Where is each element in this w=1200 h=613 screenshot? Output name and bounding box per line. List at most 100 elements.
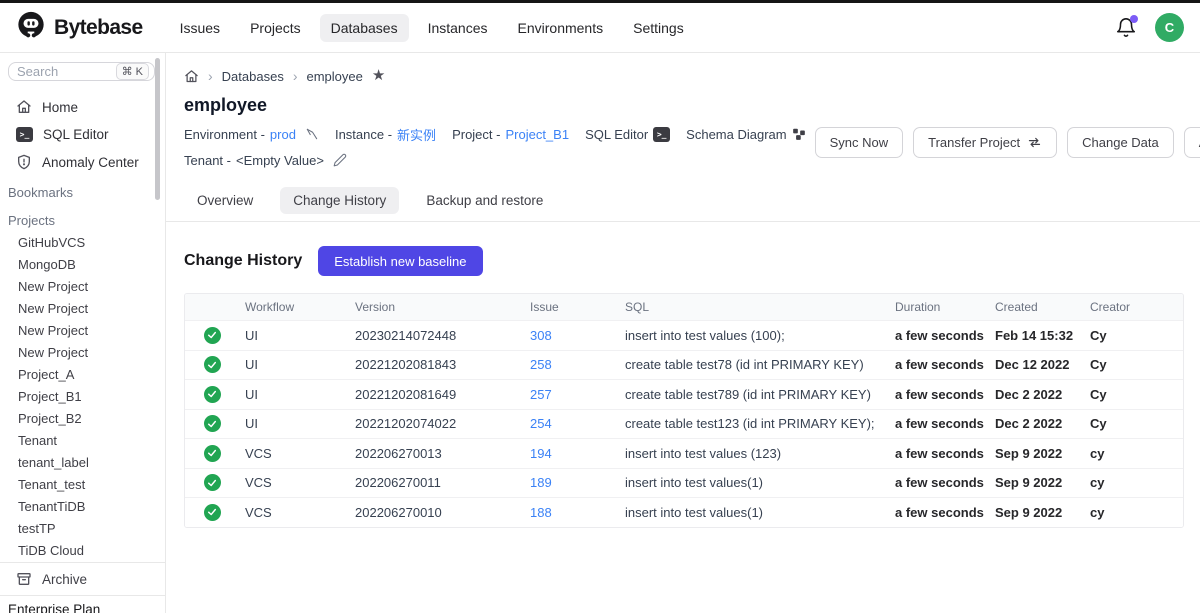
nav-item[interactable]: Issues [169,14,231,42]
sidebar-project-item[interactable]: Project_B1 [0,386,165,408]
table-row[interactable]: UI 20221202081649 257 create table test7… [185,379,1183,409]
cell-sql: insert into test values(1) [625,505,895,520]
cell-workflow: VCS [245,505,355,520]
cell-version: 202206270010 [355,505,530,520]
project-link[interactable]: Project_B1 [505,127,569,142]
transfer-arrows-icon [1027,135,1042,150]
nav-item[interactable]: Databases [320,14,409,42]
cell-creator: Cy [1090,387,1184,402]
establish-baseline-button[interactable]: Establish new baseline [318,246,482,276]
user-avatar[interactable]: C [1155,13,1184,42]
sidebar-project-item[interactable]: New Project [0,276,165,298]
issue-link[interactable]: 194 [530,446,552,461]
sidebar-project-item[interactable]: Tenant_test [0,474,165,496]
table-row[interactable]: VCS 202206270011 189 insert into test va… [185,468,1183,498]
issue-link[interactable]: 254 [530,416,552,431]
edit-pencil-icon[interactable] [333,153,347,167]
issue-link[interactable]: 188 [530,505,552,520]
column-header[interactable]: Issue [530,300,625,314]
cell-created: Feb 14 15:32 [995,328,1090,343]
table-body: UI 20230214072448 308 insert into test v… [185,320,1183,527]
issue-link[interactable]: 257 [530,387,552,402]
sidebar-project-item[interactable]: TenantTiDB [0,496,165,518]
change-data-button[interactable]: Change Data [1067,127,1174,158]
bookmarks-section-label: Bookmarks [0,176,165,204]
sync-now-button[interactable]: Sync Now [815,127,904,158]
home-breadcrumb-icon[interactable] [184,69,199,84]
page-actions: Sync Now Transfer Project Change Data Al… [815,127,1200,158]
cell-duration: a few seconds [895,357,995,372]
table-row[interactable]: UI 20221202081843 258 create table test7… [185,350,1183,380]
nav-item[interactable]: Instances [417,14,499,42]
column-header[interactable]: Creator [1090,300,1184,314]
cell-version: 202206270013 [355,446,530,461]
issue-link[interactable]: 258 [530,357,552,372]
column-header[interactable]: Version [355,300,530,314]
column-header[interactable]: SQL [625,300,895,314]
column-header[interactable]: Created [995,300,1090,314]
page-title: employee [184,95,1200,116]
cell-workflow: VCS [245,475,355,490]
sidebar-project-item[interactable]: Project_B2 [0,408,165,430]
breadcrumb-separator: › [208,68,213,84]
change-history-table: Workflow Version Issue SQL Duration Crea… [184,293,1184,528]
cell-sql: create table test123 (id int PRIMARY KEY… [625,416,895,431]
table-row[interactable]: VCS 202206270013 194 insert into test va… [185,438,1183,468]
table-row[interactable]: UI 20221202074022 254 create table test1… [185,409,1183,439]
home-icon [16,99,32,115]
transfer-project-button[interactable]: Transfer Project [913,127,1057,158]
sidebar-project-item[interactable]: Project_A [0,364,165,386]
nav-item[interactable]: Environments [507,14,615,42]
bookmark-star-icon[interactable]: ★ [372,70,385,82]
sidebar-item-home[interactable]: Home [0,93,165,121]
sidebar-item-anomaly-center[interactable]: Anomaly Center [0,148,165,176]
alter-schema-button[interactable]: Alter Schema [1184,127,1200,158]
sql-editor-shortcut[interactable]: SQL Editor >_ [585,127,670,142]
nav-item[interactable]: Settings [622,14,695,42]
table-row[interactable]: VCS 202206270010 188 insert into test va… [185,497,1183,527]
sidebar-item-archive[interactable]: Archive [0,563,165,595]
breadcrumb-separator: › [293,68,298,84]
section-title: Change History [184,252,302,270]
issue-link[interactable]: 189 [530,475,552,490]
sidebar-project-item[interactable]: TiDB Cloud [0,540,165,562]
issue-link[interactable]: 308 [530,328,552,343]
breadcrumb: › Databases › employee ★ [166,53,1200,84]
sidebar-project-item[interactable]: New Project [0,342,165,364]
breadcrumb-employee[interactable]: employee [307,69,363,84]
environment-link[interactable]: prod [270,127,296,142]
sidebar-project-item[interactable]: Tenant [0,430,165,452]
table-row[interactable]: UI 20230214072448 308 insert into test v… [185,320,1183,350]
sidebar-project-item[interactable]: New Project [0,298,165,320]
cell-creator: Cy [1090,357,1184,372]
tab-item[interactable]: Change History [280,187,399,214]
search-box[interactable]: ⌘ K [8,62,155,81]
cell-created: Sep 9 2022 [995,475,1090,490]
sidebar-project-item[interactable]: tenant_label [0,452,165,474]
sidebar-project-item[interactable]: New Project [0,320,165,342]
tab-item[interactable]: Backup and restore [413,187,556,214]
column-header[interactable]: Workflow [245,300,355,314]
search-input[interactable] [17,64,95,79]
shield-icon [16,154,32,170]
cell-workflow: UI [245,357,355,372]
projects-section-label: Projects [0,204,165,232]
cell-creator: cy [1090,475,1184,490]
instance-link[interactable]: 新实例 [397,125,436,144]
schema-diagram-shortcut[interactable]: Schema Diagram [686,127,805,142]
sidebar-scrollbar[interactable] [155,58,160,200]
breadcrumb-databases[interactable]: Databases [222,69,284,84]
sidebar-project-item[interactable]: testTP [0,518,165,540]
plan-label[interactable]: Enterprise Plan [0,595,165,613]
sidebar-project-item[interactable]: MongoDB [0,254,165,276]
main-nav: Issues Projects Databases Instances Envi… [169,14,695,42]
cell-workflow: UI [245,387,355,402]
tab-item[interactable]: Overview [184,187,266,214]
nav-item[interactable]: Projects [239,14,312,42]
column-header[interactable]: Duration [895,300,995,314]
sidebar-project-item[interactable]: GitHubVCS [0,232,165,254]
cell-sql: insert into test values (100); [625,328,895,343]
sidebar-item-sql-editor[interactable]: >_ SQL Editor [0,121,165,148]
bytebase-logo[interactable]: Bytebase [16,10,143,45]
notifications-button[interactable] [1115,17,1137,39]
